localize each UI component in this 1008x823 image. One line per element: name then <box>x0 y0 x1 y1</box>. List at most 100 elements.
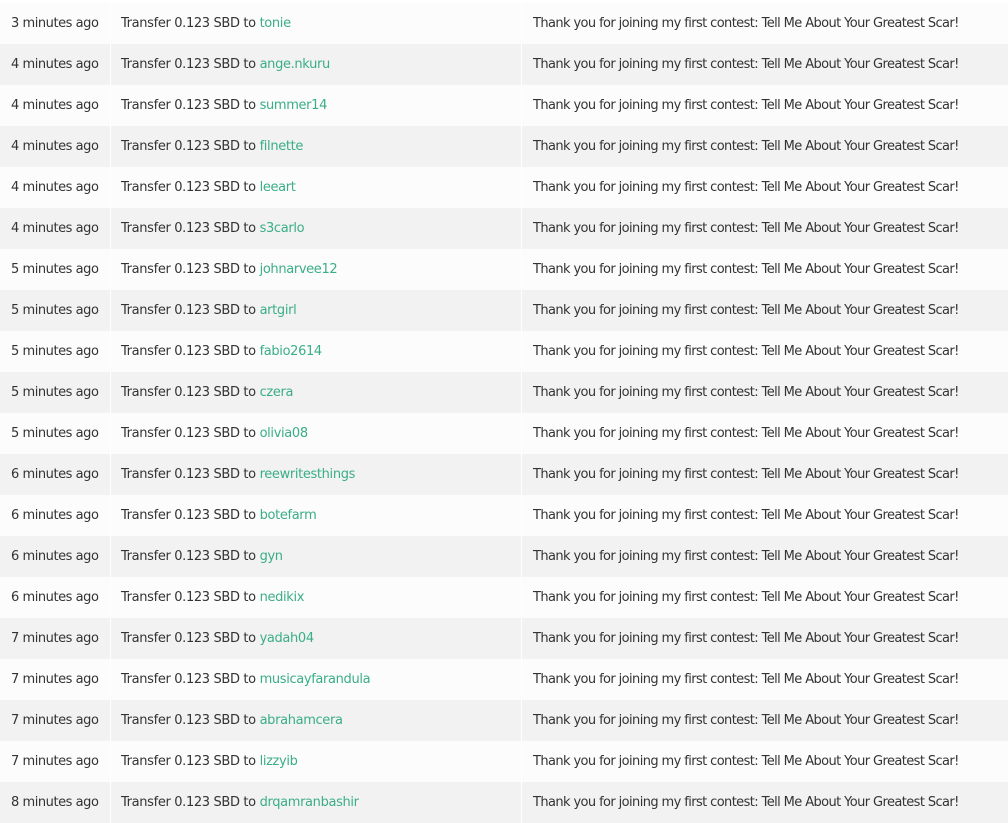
recipient-link[interactable]: gyn <box>260 549 283 564</box>
memo-cell: Thank you for joining my first contest: … <box>522 167 1008 208</box>
operation-text: Transfer 0.123 SBD to s3carlo <box>111 221 304 236</box>
time-ago: 4 minutes ago <box>0 180 98 195</box>
recipient-link[interactable]: fabio2614 <box>260 344 322 359</box>
time-ago: 4 minutes ago <box>0 57 98 72</box>
memo-cell: Thank you for joining my first contest: … <box>522 3 1008 44</box>
operation-cell: Transfer 0.123 SBD to abrahamcera <box>111 700 522 741</box>
time-cell: 7 minutes ago <box>0 618 111 659</box>
memo-text: Thank you for joining my first contest: … <box>522 385 959 400</box>
time-cell: 5 minutes ago <box>0 331 111 372</box>
recipient-link[interactable]: leeart <box>260 180 296 195</box>
memo-cell: Thank you for joining my first contest: … <box>522 44 1008 85</box>
memo-text: Thank you for joining my first contest: … <box>522 508 959 523</box>
time-cell: 6 minutes ago <box>0 495 111 536</box>
operation-prefix: Transfer 0.123 SBD to <box>121 713 260 728</box>
memo-text: Thank you for joining my first contest: … <box>522 98 959 113</box>
operation-cell: Transfer 0.123 SBD to drqamranbashir <box>111 782 522 823</box>
memo-cell: Thank you for joining my first contest: … <box>522 372 1008 413</box>
recipient-link[interactable]: summer14 <box>260 98 327 113</box>
operation-text: Transfer 0.123 SBD to johnarvee12 <box>111 262 337 277</box>
operation-prefix: Transfer 0.123 SBD to <box>121 385 260 400</box>
operation-text: Transfer 0.123 SBD to artgirl <box>111 303 296 318</box>
operation-prefix: Transfer 0.123 SBD to <box>121 180 260 195</box>
time-ago: 6 minutes ago <box>0 508 98 523</box>
operation-cell: Transfer 0.123 SBD to czera <box>111 372 522 413</box>
operation-prefix: Transfer 0.123 SBD to <box>121 426 260 441</box>
operation-cell: Transfer 0.123 SBD to yadah04 <box>111 618 522 659</box>
operation-text: Transfer 0.123 SBD to tonie <box>111 16 291 31</box>
time-cell: 6 minutes ago <box>0 577 111 618</box>
operation-cell: Transfer 0.123 SBD to johnarvee12 <box>111 249 522 290</box>
operation-cell: Transfer 0.123 SBD to tonie <box>111 3 522 44</box>
operation-text: Transfer 0.123 SBD to czera <box>111 385 293 400</box>
operation-text: Transfer 0.123 SBD to summer14 <box>111 98 327 113</box>
memo-text: Thank you for joining my first contest: … <box>522 549 959 564</box>
recipient-link[interactable]: drqamranbashir <box>260 795 359 810</box>
operation-cell: Transfer 0.123 SBD to botefarm <box>111 495 522 536</box>
table-row: 5 minutes ago Transfer 0.123 SBD to fabi… <box>0 331 1008 372</box>
recipient-link[interactable]: botefarm <box>260 508 317 523</box>
table-row: 8 minutes ago Transfer 0.123 SBD to drqa… <box>0 782 1008 823</box>
table-row: 7 minutes ago Transfer 0.123 SBD to yada… <box>0 618 1008 659</box>
transfer-history-body: 3 minutes ago Transfer 0.123 SBD to toni… <box>0 3 1008 823</box>
memo-cell: Thank you for joining my first contest: … <box>522 249 1008 290</box>
operation-cell: Transfer 0.123 SBD to olivia08 <box>111 413 522 454</box>
memo-text: Thank you for joining my first contest: … <box>522 221 959 236</box>
time-cell: 7 minutes ago <box>0 741 111 782</box>
table-row: 7 minutes ago Transfer 0.123 SBD to lizz… <box>0 741 1008 782</box>
operation-prefix: Transfer 0.123 SBD to <box>121 262 260 277</box>
table-row: 6 minutes ago Transfer 0.123 SBD to bote… <box>0 495 1008 536</box>
recipient-link[interactable]: tonie <box>260 16 291 31</box>
operation-text: Transfer 0.123 SBD to drqamranbashir <box>111 795 359 810</box>
table-row: 7 minutes ago Transfer 0.123 SBD to abra… <box>0 700 1008 741</box>
recipient-link[interactable]: reewritesthings <box>260 467 355 482</box>
time-ago: 6 minutes ago <box>0 590 98 605</box>
memo-cell: Thank you for joining my first contest: … <box>522 782 1008 823</box>
memo-cell: Thank you for joining my first contest: … <box>522 208 1008 249</box>
memo-cell: Thank you for joining my first contest: … <box>522 85 1008 126</box>
memo-cell: Thank you for joining my first contest: … <box>522 741 1008 782</box>
operation-prefix: Transfer 0.123 SBD to <box>121 795 260 810</box>
memo-text: Thank you for joining my first contest: … <box>522 754 959 769</box>
operation-prefix: Transfer 0.123 SBD to <box>121 467 260 482</box>
recipient-link[interactable]: johnarvee12 <box>260 262 338 277</box>
recipient-link[interactable]: musicayfarandula <box>260 672 371 687</box>
time-ago: 4 minutes ago <box>0 139 98 154</box>
recipient-link[interactable]: s3carlo <box>260 221 305 236</box>
recipient-link[interactable]: olivia08 <box>260 426 308 441</box>
recipient-link[interactable]: yadah04 <box>260 631 314 646</box>
recipient-link[interactable]: artgirl <box>260 303 297 318</box>
operation-text: Transfer 0.123 SBD to leeart <box>111 180 295 195</box>
memo-text: Thank you for joining my first contest: … <box>522 262 959 277</box>
recipient-link[interactable]: abrahamcera <box>260 713 343 728</box>
memo-text: Thank you for joining my first contest: … <box>522 426 959 441</box>
table-row: 7 minutes ago Transfer 0.123 SBD to musi… <box>0 659 1008 700</box>
operation-cell: Transfer 0.123 SBD to leeart <box>111 167 522 208</box>
time-cell: 6 minutes ago <box>0 454 111 495</box>
operation-prefix: Transfer 0.123 SBD to <box>121 98 260 113</box>
memo-cell: Thank you for joining my first contest: … <box>522 577 1008 618</box>
recipient-link[interactable]: filnette <box>260 139 303 154</box>
operation-prefix: Transfer 0.123 SBD to <box>121 303 260 318</box>
memo-text: Thank you for joining my first contest: … <box>522 672 959 687</box>
memo-cell: Thank you for joining my first contest: … <box>522 536 1008 577</box>
operation-prefix: Transfer 0.123 SBD to <box>121 590 260 605</box>
time-ago: 7 minutes ago <box>0 713 98 728</box>
time-cell: 4 minutes ago <box>0 208 111 249</box>
operation-cell: Transfer 0.123 SBD to summer14 <box>111 85 522 126</box>
recipient-link[interactable]: nedikix <box>260 590 305 605</box>
operation-text: Transfer 0.123 SBD to olivia08 <box>111 426 308 441</box>
operation-cell: Transfer 0.123 SBD to nedikix <box>111 577 522 618</box>
recipient-link[interactable]: czera <box>260 385 294 400</box>
memo-cell: Thank you for joining my first contest: … <box>522 454 1008 495</box>
operation-text: Transfer 0.123 SBD to filnette <box>111 139 303 154</box>
time-cell: 5 minutes ago <box>0 290 111 331</box>
memo-text: Thank you for joining my first contest: … <box>522 303 959 318</box>
memo-cell: Thank you for joining my first contest: … <box>522 659 1008 700</box>
recipient-link[interactable]: lizzyib <box>260 754 298 769</box>
memo-text: Thank you for joining my first contest: … <box>522 180 959 195</box>
time-ago: 5 minutes ago <box>0 262 98 277</box>
table-row: 4 minutes ago Transfer 0.123 SBD to summ… <box>0 85 1008 126</box>
memo-text: Thank you for joining my first contest: … <box>522 139 959 154</box>
recipient-link[interactable]: ange.nkuru <box>260 57 330 72</box>
